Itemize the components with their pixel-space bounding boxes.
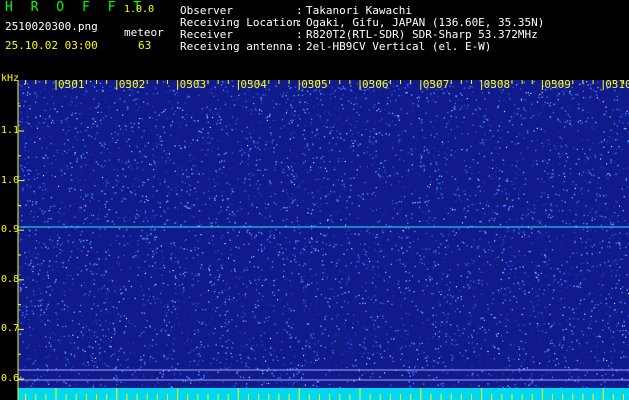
- y-tick-label: 0.8: [1, 273, 20, 285]
- x-tick-label: 0302: [118, 78, 146, 91]
- x-tick-label: 0307: [422, 78, 450, 91]
- y-axis-unit: kHz: [1, 73, 20, 84]
- y-tick-label: 0.6: [1, 373, 20, 384]
- x-tick-label: 0304: [240, 78, 267, 91]
- x-tick-label: 0309: [544, 78, 571, 91]
- x-tick-label: 0306: [362, 78, 389, 91]
- y-tick-label: 0.7: [1, 323, 20, 335]
- y-tick-label: 1.1: [1, 125, 20, 136]
- x-tick-label: 0308: [483, 78, 511, 91]
- y-tick-label: 0.9: [1, 224, 20, 236]
- spectrogram: [17, 80, 629, 400]
- x-tick-label: 0301: [58, 78, 85, 91]
- x-tick-label: 0305: [301, 78, 328, 91]
- y-tick-label: 1.0: [1, 174, 20, 186]
- low-band-strip: [18, 388, 629, 400]
- x-tick-label: 0310: [605, 78, 629, 91]
- x-tick-label: 0303: [179, 78, 207, 91]
